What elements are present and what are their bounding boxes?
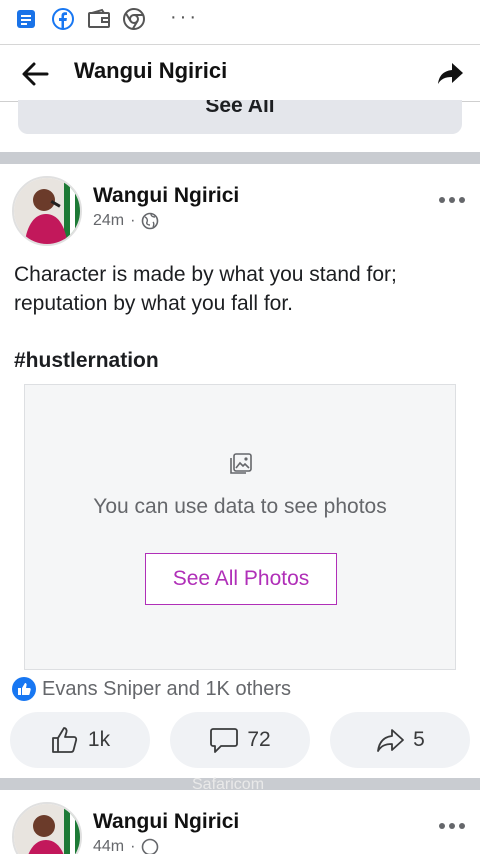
chrome-icon <box>123 8 145 30</box>
comment-count: 72 <box>247 728 271 751</box>
comment-icon <box>210 728 239 753</box>
author-avatar[interactable] <box>12 176 82 246</box>
more-notifications-icon: ··· <box>170 6 199 28</box>
post-author-name[interactable]: Wangui Ngirici <box>93 184 239 208</box>
photo-icon <box>230 453 252 474</box>
back-arrow-icon[interactable] <box>20 59 50 89</box>
avatar-photo <box>14 178 80 244</box>
post-hashtag[interactable]: #hustlernation <box>14 349 159 373</box>
author-avatar[interactable] <box>12 802 82 854</box>
see-all-photos-button[interactable]: See All Photos <box>145 553 337 605</box>
globe-icon <box>142 212 159 230</box>
globe-icon <box>142 838 159 854</box>
docs-icon <box>17 10 35 28</box>
share-count: 5 <box>413 728 425 751</box>
reactions-text: Evans Sniper and 1K others <box>42 677 292 700</box>
like-reaction-icon <box>12 677 36 701</box>
share-button[interactable]: 5 <box>330 712 470 768</box>
wallet-icon <box>88 8 110 28</box>
reactions-summary[interactable]: Evans Sniper and 1K others <box>12 677 291 701</box>
share-arrow-icon[interactable] <box>436 59 464 87</box>
feed-post: Wangui Ngirici 44m · <box>0 790 480 854</box>
post-meta: 24m · <box>93 212 159 230</box>
thumbs-up-icon <box>52 727 78 753</box>
status-bar: ··· <box>0 0 480 38</box>
more-options-icon[interactable] <box>438 822 466 830</box>
more-options-icon[interactable] <box>438 196 466 204</box>
post-time: 44m <box>93 838 125 854</box>
top-navigation-bar: Wangui Ngirici <box>0 44 480 102</box>
data-saver-message: You can use data to see photos <box>93 495 387 518</box>
post-time: 24m <box>93 212 125 229</box>
post-text: Character is made by what you stand for;… <box>14 263 397 315</box>
comment-button[interactable]: 72 <box>170 712 310 768</box>
page-title: Wangui Ngirici <box>74 58 228 83</box>
meta-dot: · <box>130 838 136 854</box>
media-placeholder: You can use data to see photos See All P… <box>24 384 456 670</box>
avatar-photo <box>14 804 80 854</box>
meta-dot: · <box>130 212 136 229</box>
share-icon <box>377 729 405 752</box>
see-all-button[interactable]: See All <box>18 100 462 134</box>
post-meta: 44m · <box>93 838 159 854</box>
see-all-label: See All <box>205 100 275 117</box>
like-count: 1k <box>87 728 111 751</box>
feed-separator <box>0 152 480 164</box>
facebook-icon <box>52 8 74 30</box>
post-author-name[interactable]: Wangui Ngirici <box>93 810 239 834</box>
like-button[interactable]: 1k <box>10 712 150 768</box>
